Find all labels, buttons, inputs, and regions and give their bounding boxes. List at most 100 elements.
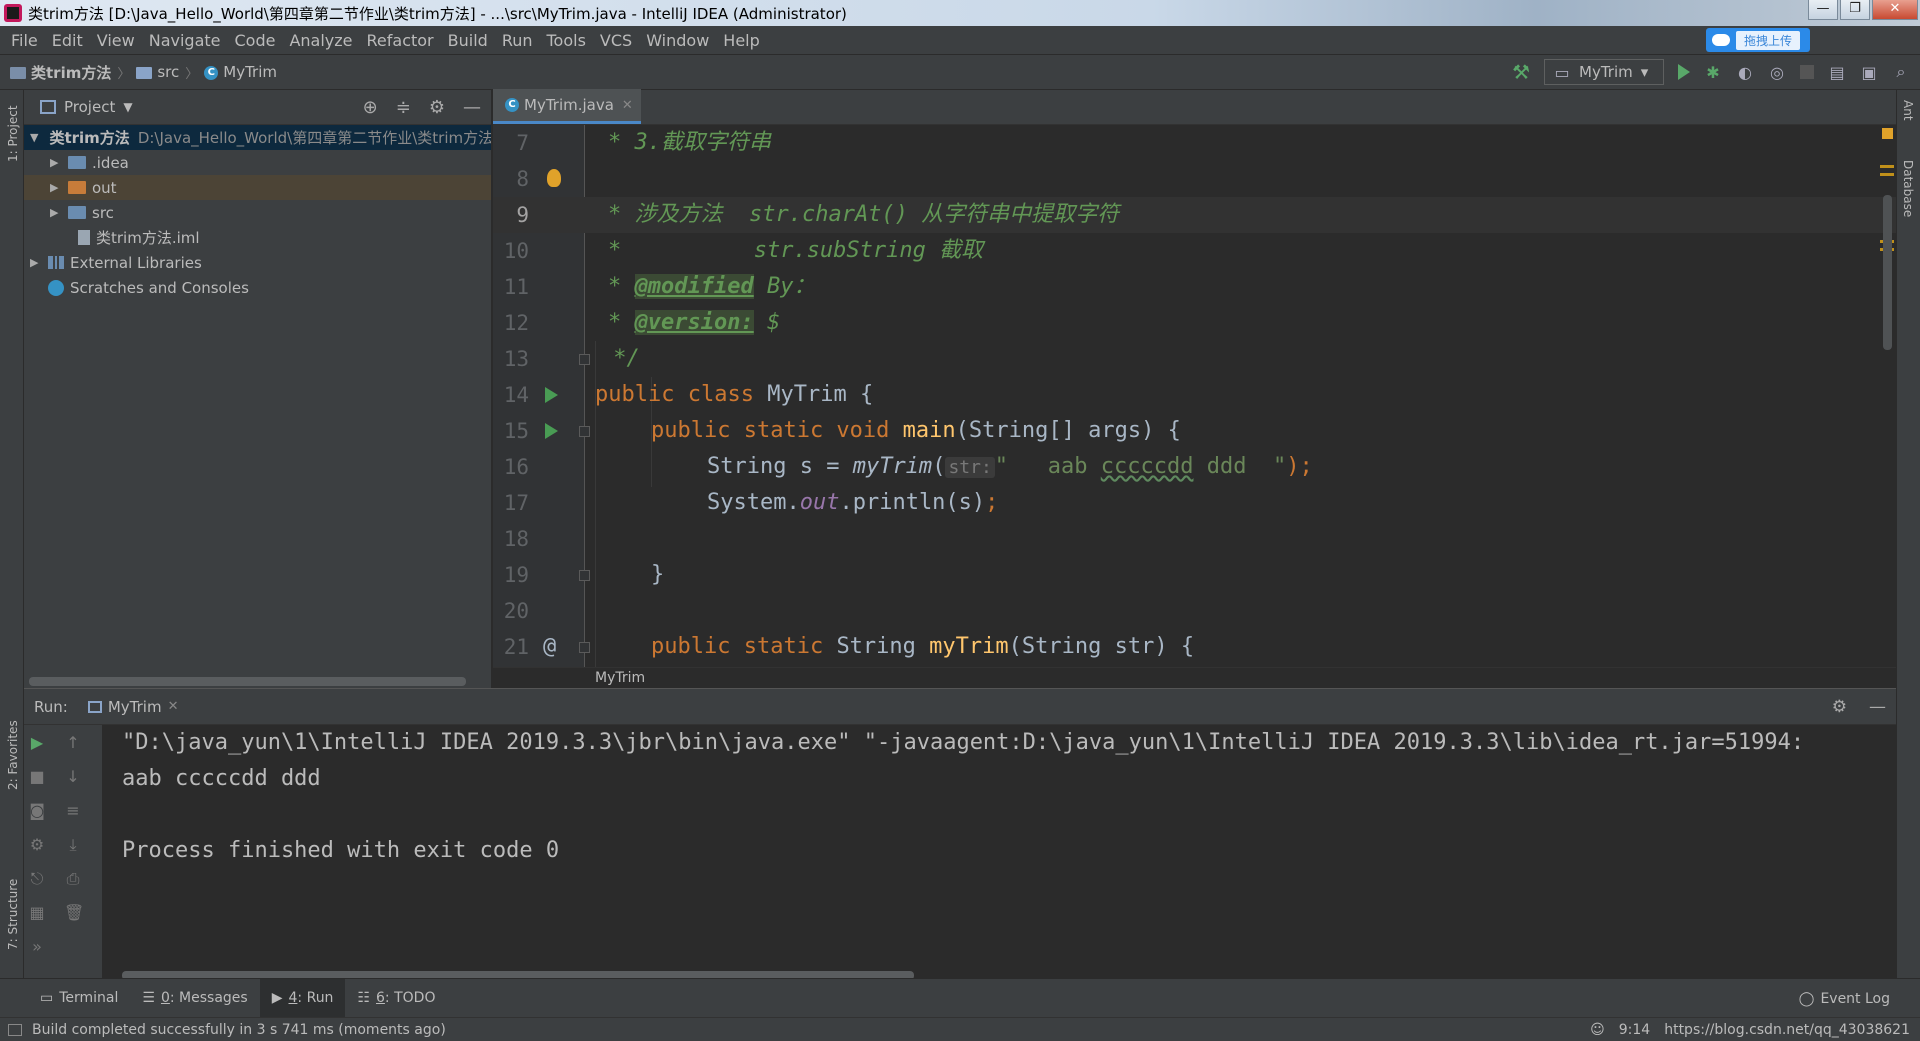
menu-code[interactable]: Code: [228, 31, 283, 50]
intention-bulb-icon[interactable]: [547, 169, 561, 187]
database-tool-button[interactable]: Database: [1901, 160, 1915, 217]
fold-icon[interactable]: [579, 354, 590, 365]
collapsed-arrow-icon[interactable]: ▶: [50, 206, 62, 219]
rerun-icon[interactable]: ▶: [28, 733, 46, 755]
project-structure-icon[interactable]: ▤: [1828, 63, 1846, 82]
locate-icon[interactable]: ⊕: [363, 97, 378, 118]
close-tab-icon[interactable]: ✕: [168, 699, 179, 714]
override-gutter-icon[interactable]: @: [543, 629, 556, 665]
scroll-to-end-icon[interactable]: ⤓: [64, 835, 82, 857]
build-hammer-icon[interactable]: ⚒: [1512, 60, 1530, 84]
menu-build[interactable]: Build: [441, 31, 495, 50]
up-arrow-icon[interactable]: ↑: [64, 733, 82, 755]
structure-tool-button[interactable]: 7: Structure: [6, 879, 20, 950]
collapse-all-icon[interactable]: ≑: [396, 97, 411, 118]
breadcrumb-src[interactable]: src: [136, 63, 179, 81]
warning-icon[interactable]: [1882, 128, 1893, 139]
gear-icon[interactable]: ⚙: [429, 97, 445, 118]
favorites-tool-button[interactable]: 2: Favorites: [6, 720, 20, 790]
menu-help[interactable]: Help: [716, 31, 766, 50]
menu-run[interactable]: Run: [495, 31, 540, 50]
more-icon[interactable]: »: [28, 937, 46, 959]
search-icon[interactable]: ⌕: [1892, 62, 1910, 81]
layout-icon[interactable]: ▦: [28, 903, 46, 925]
code-area[interactable]: 7 * 3.截取字符串 8 9 * 涉及方法 str.charAt() 从字符串…: [493, 125, 1896, 667]
terminal-tool-button[interactable]: ▭ Terminal: [0, 979, 130, 1018]
minimize-button[interactable]: —: [1808, 0, 1838, 20]
stop-icon[interactable]: [1800, 65, 1814, 79]
fold-icon[interactable]: [579, 426, 590, 437]
breadcrumb-project[interactable]: 类trim方法: [10, 62, 111, 83]
ant-tool-button[interactable]: Ant: [1901, 100, 1915, 121]
run-button[interactable]: [1678, 64, 1690, 80]
tree-item-scratches[interactable]: Scratches and Consoles: [24, 275, 491, 300]
status-message[interactable]: Build completed successfully in 3 s 741 …: [32, 1022, 446, 1038]
soft-wrap-icon[interactable]: ≡: [64, 801, 82, 823]
run-tool-button[interactable]: ▶ 4: Run: [259, 978, 346, 1018]
menu-vcs[interactable]: VCS: [593, 31, 639, 50]
stop-icon[interactable]: ■: [28, 767, 46, 789]
collapsed-arrow-icon[interactable]: ▶: [50, 181, 62, 194]
run-configuration-select[interactable]: ▭ MyTrim ▾: [1544, 59, 1664, 85]
exit-icon[interactable]: ⎋: [28, 869, 46, 891]
caret-position[interactable]: 9:14: [1619, 1022, 1650, 1038]
gear-icon[interactable]: ⚙: [1832, 697, 1847, 717]
hide-icon[interactable]: —: [1869, 697, 1886, 717]
menu-edit[interactable]: Edit: [45, 31, 90, 50]
menu-navigate[interactable]: Navigate: [142, 31, 228, 50]
tree-item-idea[interactable]: ▶ .idea: [24, 150, 491, 175]
tree-item-iml[interactable]: 类trim方法.iml: [24, 225, 491, 250]
tree-item-root[interactable]: ▼ 类trim方法 D:\Java_Hello_World\第四章第二节作业\类…: [24, 125, 491, 150]
menu-file[interactable]: File: [4, 31, 45, 50]
code-line: 15 public static void main(String[] args…: [503, 418, 1181, 443]
print-icon[interactable]: ⎙: [64, 869, 82, 891]
hector-icon[interactable]: ☺: [1590, 1022, 1605, 1038]
expanded-arrow-icon[interactable]: ▼: [30, 131, 38, 144]
menu-window[interactable]: Window: [639, 31, 716, 50]
debug-icon[interactable]: ✱: [1704, 63, 1722, 82]
todo-tool-button[interactable]: ☷ 6: TODO: [345, 979, 447, 1018]
messages-tool-button[interactable]: ☰ 0: Messages: [130, 979, 259, 1018]
profile-icon[interactable]: ◎: [1768, 63, 1786, 82]
upload-badge[interactable]: 拖拽上传: [1706, 28, 1810, 52]
vertical-scrollbar[interactable]: [1883, 195, 1892, 350]
collapsed-arrow-icon[interactable]: ▶: [30, 256, 42, 269]
window-icon[interactable]: ▣: [1860, 63, 1878, 82]
run-gutter-icon[interactable]: [545, 387, 558, 403]
left-tool-strip: 1: Project 2: Favorites 7: Structure: [0, 90, 24, 978]
console-output[interactable]: "D:\java_yun\1\IntelliJ IDEA 2019.3.3\jb…: [122, 725, 1804, 869]
run-tab-mytrim[interactable]: MyTrim ✕: [80, 689, 187, 725]
menu-view[interactable]: View: [90, 31, 142, 50]
menu-tools[interactable]: Tools: [540, 31, 593, 50]
warning-mark[interactable]: [1880, 173, 1894, 176]
tree-item-out[interactable]: ▶ out: [24, 175, 491, 200]
settings-icon[interactable]: ⚙: [28, 835, 46, 857]
down-arrow-icon[interactable]: ↓: [64, 767, 82, 789]
project-view-select[interactable]: Project: [64, 98, 115, 116]
maximize-button[interactable]: ❐: [1840, 0, 1870, 20]
trash-icon[interactable]: 🗑: [64, 903, 84, 925]
breadcrumb-file[interactable]: C MyTrim: [204, 63, 277, 81]
warning-mark[interactable]: [1880, 165, 1894, 168]
fold-icon[interactable]: [579, 570, 590, 581]
close-button[interactable]: ✕: [1872, 0, 1918, 20]
collapsed-arrow-icon[interactable]: ▶: [50, 156, 62, 169]
camera-icon[interactable]: ◙: [28, 801, 46, 823]
coverage-icon[interactable]: ◐: [1736, 63, 1754, 82]
hide-icon[interactable]: —: [463, 97, 481, 118]
status-icon[interactable]: [8, 1023, 22, 1036]
menu-analyze[interactable]: Analyze: [282, 31, 359, 50]
event-log-button[interactable]: ◯ Event Log: [1799, 979, 1890, 1018]
code-line: 11 * @modified By：: [503, 274, 816, 299]
run-gutter-icon[interactable]: [545, 423, 558, 439]
fold-icon[interactable]: [579, 642, 590, 653]
project-tool-button[interactable]: 1: Project: [6, 105, 20, 162]
close-tab-icon[interactable]: ✕: [622, 98, 633, 113]
tree-item-external-libraries[interactable]: ▶ External Libraries: [24, 250, 491, 275]
menu-refactor[interactable]: Refactor: [360, 31, 441, 50]
editor-breadcrumb[interactable]: MyTrim: [493, 667, 1896, 688]
chevron-down-icon[interactable]: ▼: [123, 100, 132, 114]
horizontal-scrollbar[interactable]: [29, 677, 466, 686]
tree-item-src[interactable]: ▶ src: [24, 200, 491, 225]
tab-mytrim-java[interactable]: C MyTrim.java ✕: [493, 89, 641, 124]
